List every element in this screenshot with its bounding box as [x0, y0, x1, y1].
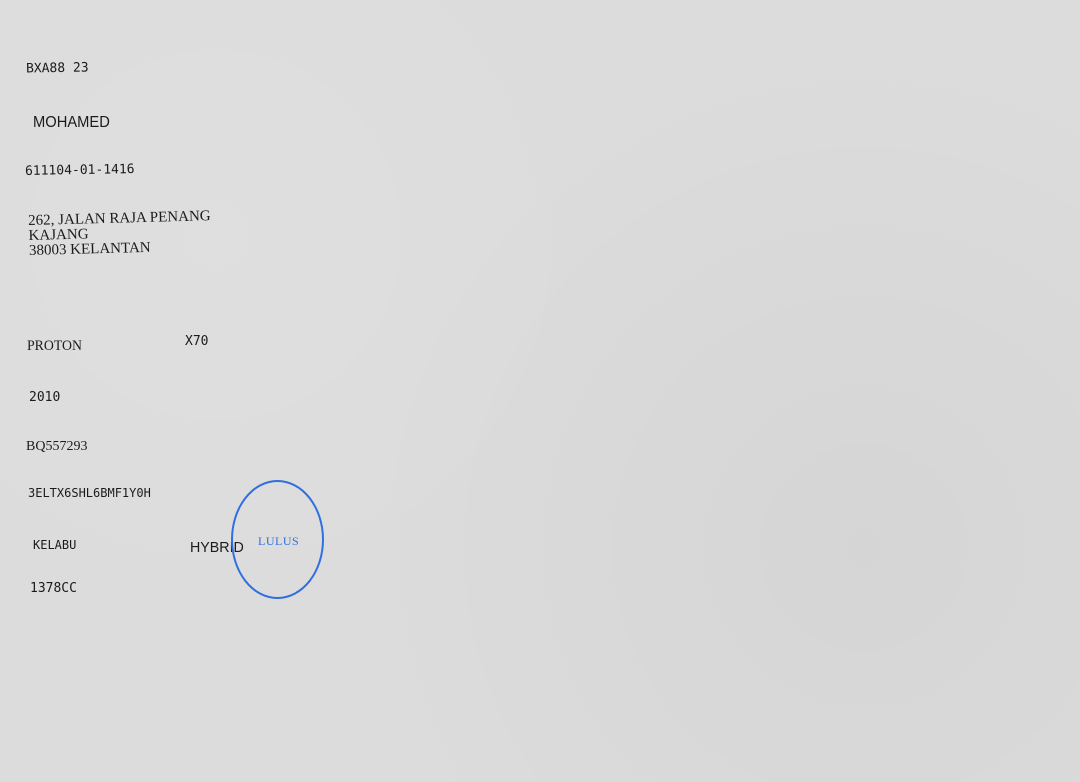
vehicle-color: KELABU — [33, 538, 77, 552]
vehicle-make: PROTON — [27, 338, 82, 354]
engine-number: BQ557293 — [26, 439, 88, 454]
address-line-3: 38003 KELANTAN — [28, 239, 151, 259]
engine-capacity: 1378CC — [30, 581, 77, 596]
plate-number: BXA88 23 — [25, 60, 89, 77]
ic-number: 611104-01-1416 — [24, 162, 135, 179]
approval-stamp-text: LULUS — [258, 534, 300, 548]
owner-address: 262, JALAN RAJA PENANG KAJANG 38003 KELA… — [28, 208, 212, 259]
vehicle-model: X70 — [185, 334, 209, 349]
chassis-number: 3ELTX6SHL6BMF1Y0H — [28, 486, 151, 500]
vehicle-year: 2010 — [29, 390, 61, 405]
owner-name: MOHAMED — [33, 114, 110, 131]
